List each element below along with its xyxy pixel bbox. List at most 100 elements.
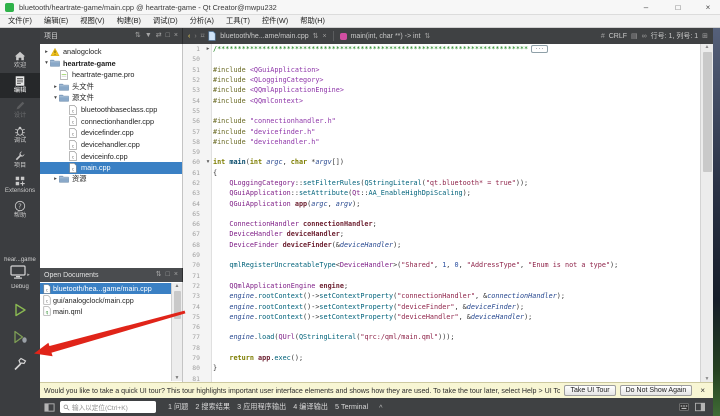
pin-icon[interactable]: ⌑ — [201, 32, 205, 40]
tree-item-heartrate-game[interactable]: ▾heartrate-game — [40, 58, 182, 70]
tree-item-connectionhandler-cpp[interactable]: cconnectionhandler.cpp — [40, 116, 182, 128]
open-doc-item-main-qml[interactable]: qmain.qml — [40, 306, 171, 317]
mode-item-design[interactable]: 设计 — [0, 98, 40, 123]
menu-item-window[interactable]: 控件(W) — [256, 16, 294, 26]
folded-comment-box[interactable]: ... — [531, 45, 548, 53]
preview-icon[interactable]: ▤ — [631, 32, 638, 40]
menu-item-build[interactable]: 构建(B) — [111, 16, 147, 26]
open-documents-list[interactable]: cbluetooth/hea...game/main.cppcgui/analo… — [40, 282, 183, 382]
editor-scrollbar[interactable]: ▲ ▼ — [700, 44, 713, 382]
mode-item-help[interactable]: ?帮助 — [0, 198, 40, 223]
forward-icon[interactable]: › — [194, 33, 196, 40]
mode-item-extensions[interactable]: Extensions — [0, 173, 40, 198]
locator-input[interactable]: 输入以定位(Ctrl+K) — [60, 401, 156, 413]
output-pane-button-search-results[interactable]: 2 搜索结果 — [195, 402, 230, 411]
menu-item-analyze[interactable]: 分析(A) — [184, 16, 220, 26]
scroll-up-icon[interactable]: ▲ — [175, 283, 180, 289]
tree-expand-icon[interactable]: ▸ — [52, 84, 59, 90]
build-button[interactable] — [12, 356, 28, 377]
scroll-up-icon[interactable]: ▲ — [705, 44, 710, 50]
take-ui-tour-button[interactable]: Take UI Tour — [564, 385, 615, 396]
cursor-position-indicator[interactable]: 行号: 1, 列号: 1 — [651, 31, 698, 41]
mode-item-projects[interactable]: 项目 — [0, 148, 40, 173]
output-pane-button-application-output[interactable]: 3 应用程序输出 — [237, 402, 286, 411]
tree-item-sources[interactable]: ▾源文件 — [40, 92, 182, 104]
open-documents-scrollbar[interactable]: ▲ ▼ — [171, 283, 182, 381]
code-text: qmlRegisterUncreatableType<DeviceHandler… — [213, 261, 618, 269]
close-button[interactable]: × — [696, 0, 720, 15]
sync-with-editor-icon[interactable]: ⇄ — [156, 28, 162, 44]
combo-arrows-icon[interactable]: ⇅ — [135, 28, 141, 44]
tree-expand-icon[interactable]: ▸ — [43, 49, 50, 55]
tree-expand-icon[interactable]: ▸ — [52, 176, 59, 182]
scrollbar-thumb[interactable] — [174, 291, 181, 319]
fold-marker[interactable]: ▸ — [203, 46, 213, 52]
mini-keyboard-icon[interactable] — [679, 402, 689, 412]
tree-item-resources[interactable]: ▸资源 — [40, 174, 182, 186]
split-icon[interactable]: □ — [166, 28, 170, 44]
kit-selector[interactable]: ▸ — [0, 265, 40, 284]
expand-output-pane-icon[interactable]: ^ — [379, 403, 382, 412]
project-panel-title[interactable]: 项目 — [40, 31, 62, 41]
code-line-51: 51#include <QGuiApplication> — [183, 65, 700, 75]
tree-item-bluetoothbaseclass-cpp[interactable]: cbluetoothbaseclass.cpp — [40, 104, 182, 116]
scrollbar-thumb[interactable] — [703, 52, 712, 172]
debug-run-button[interactable] — [12, 329, 28, 350]
symbol-dropdown[interactable]: main(int, char **) -> int — [351, 33, 421, 40]
close-document-icon[interactable]: × — [323, 33, 327, 40]
split-icon[interactable]: □ — [166, 267, 170, 283]
do-not-show-again-button[interactable]: Do Not Show Again — [620, 385, 693, 396]
output-pane-button-issues[interactable]: 1 问题 — [168, 402, 188, 411]
menu-item-debug[interactable]: 调试(D) — [147, 16, 184, 26]
file-combo-arrows-icon[interactable]: ⇅ — [313, 32, 319, 40]
symbol-combo-arrows-icon[interactable]: ⇅ — [424, 32, 430, 40]
split-editor-icon[interactable]: ⊞ — [702, 32, 708, 40]
close-icon[interactable]: × — [174, 28, 178, 44]
tree-item-headers[interactable]: ▸头文件 — [40, 81, 182, 93]
close-notification-icon[interactable]: × — [696, 386, 709, 395]
fold-marker[interactable]: ▾ — [203, 159, 213, 165]
menu-item-help[interactable]: 帮助(H) — [294, 16, 331, 26]
output-pane-button-terminal[interactable]: 5 Terminal — [335, 402, 368, 411]
menu-item-file[interactable]: 文件(F) — [2, 16, 38, 26]
maximize-button[interactable]: □ — [666, 0, 690, 15]
notification-text: Would you like to take a quick UI tour? … — [44, 387, 560, 395]
line-ending-indicator[interactable]: CRLF — [609, 33, 627, 40]
back-icon[interactable]: ‹ — [188, 33, 190, 40]
tree-item-devicefinder-cpp[interactable]: cdevicefinder.cpp — [40, 127, 182, 139]
tree-item-heartrate-game-pro[interactable]: heartrate-game.pro — [40, 69, 182, 81]
project-tree[interactable]: ▸analogclock▾heartrate-gameheartrate-gam… — [40, 44, 183, 268]
tree-collapse-icon[interactable]: ▾ — [43, 60, 50, 66]
code-line-71: 71 — [183, 271, 700, 281]
open-documents-title[interactable]: Open Documents — [40, 272, 98, 279]
tree-item-analogclock[interactable]: ▸analogclock — [40, 46, 182, 58]
output-pane-icon[interactable] — [695, 402, 705, 412]
link-icon[interactable]: ∞ — [642, 33, 647, 40]
menu-item-tools[interactable]: 工具(T) — [220, 16, 256, 26]
tree-item-deviceinfo-cpp[interactable]: cdeviceinfo.cpp — [40, 150, 182, 162]
mode-item-debug[interactable]: 调试 — [0, 123, 40, 148]
open-doc-item-bluetooth-main-cpp[interactable]: cbluetooth/hea...game/main.cpp — [40, 283, 171, 294]
line-number: 59 — [183, 148, 203, 156]
menu-item-view[interactable]: 视图(V) — [74, 16, 110, 26]
menu-item-edit[interactable]: 编辑(E) — [38, 16, 74, 26]
code-editor[interactable]: 1▸/*************************************… — [183, 44, 700, 382]
tree-item-main-cpp[interactable]: cmain.cpp — [40, 162, 182, 174]
open-doc-item-analogclock-main-cpp[interactable]: cgui/analogclock/main.cpp — [40, 294, 171, 305]
mode-item-edit[interactable]: 编辑 — [0, 73, 40, 98]
combo-arrows-icon[interactable]: ⇅ — [156, 267, 162, 283]
filter-icon[interactable]: ▼ — [145, 28, 152, 44]
close-icon[interactable]: × — [174, 267, 178, 283]
tree-item-devicehandler-cpp[interactable]: cdevicehandler.cpp — [40, 139, 182, 151]
tree-collapse-icon[interactable]: ▾ — [52, 95, 59, 101]
open-file-dropdown[interactable]: bluetooth/he...ame/main.cpp — [220, 33, 308, 40]
code-line-56: 56#include "connectionhandler.h" — [183, 116, 700, 126]
encoding-indicator[interactable]: # — [601, 33, 605, 40]
scroll-down-icon[interactable]: ▼ — [175, 375, 180, 381]
run-button[interactable] — [12, 302, 28, 323]
minimize-button[interactable]: – — [634, 0, 658, 15]
output-pane-button-compile-output[interactable]: 4 编译输出 — [293, 402, 328, 411]
toggle-sidebar-icon[interactable] — [44, 402, 55, 413]
mode-item-welcome[interactable]: 欢迎 — [0, 48, 40, 73]
open-doc-label: main.qml — [53, 307, 82, 316]
